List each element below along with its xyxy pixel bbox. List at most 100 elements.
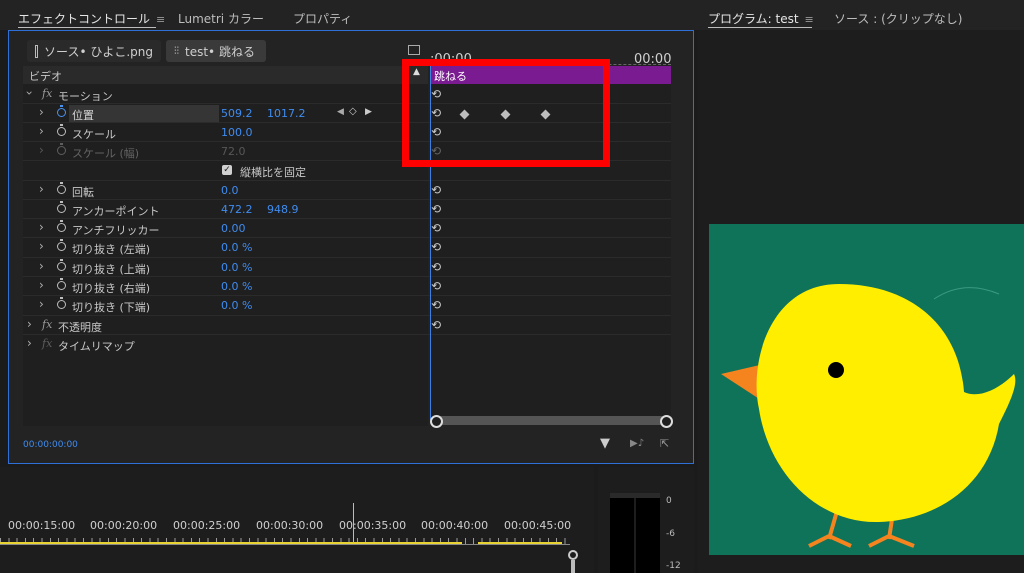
anchor-x-value[interactable]: 472.2 xyxy=(221,203,253,216)
row-divider xyxy=(23,276,671,277)
expand-chevron-icon: › xyxy=(39,143,44,157)
expand-chevron-icon[interactable]: › xyxy=(39,259,44,273)
stopwatch-icon[interactable] xyxy=(57,124,66,136)
row-divider xyxy=(23,180,671,181)
crop-right-value[interactable]: 0.0 % xyxy=(221,280,252,293)
crop-right-label: 切り抜き (右端) xyxy=(72,282,151,295)
ruler-timecode: 00:00:35:00 xyxy=(339,519,407,532)
vertical-zoom-handle[interactable] xyxy=(568,550,578,560)
stopwatch-icon xyxy=(57,143,66,155)
show-timeline-toggle-icon[interactable] xyxy=(408,45,420,55)
ruler-timecode: 00:00:30:00 xyxy=(256,519,324,532)
motion-label: モーション xyxy=(58,90,113,103)
timeline-zoom-scrollbar[interactable] xyxy=(434,416,666,425)
reset-icon[interactable]: ⟲ xyxy=(431,202,441,216)
stopwatch-icon[interactable] xyxy=(57,239,66,251)
audio-meter-right xyxy=(636,493,660,573)
expand-chevron-icon[interactable]: › xyxy=(39,220,44,234)
uniform-scale-row: ✓ 縦横比を固定 xyxy=(23,161,428,180)
scale-width-value: 72.0 xyxy=(221,145,246,158)
expand-chevron-icon[interactable]: › xyxy=(39,297,44,311)
row-divider xyxy=(23,218,671,219)
stopwatch-icon[interactable] xyxy=(57,278,66,290)
reset-icon[interactable]: ⟲ xyxy=(431,279,441,293)
tab-program-monitor: プログラム: test ≡ xyxy=(708,12,814,26)
expand-chevron-icon[interactable]: › xyxy=(39,105,44,119)
opacity-effect-row[interactable]: › fx 不透明度 ⟲ xyxy=(23,316,441,335)
row-divider xyxy=(23,315,671,316)
vertical-scrollbar[interactable] xyxy=(571,560,575,573)
meter-scale-label: -6 xyxy=(666,529,675,539)
stopwatch-icon[interactable] xyxy=(57,182,66,194)
prev-keyframe-icon[interactable]: ◀ xyxy=(337,107,344,117)
ruler-timecode: 00:00:20:00 xyxy=(90,519,158,532)
crop-top-value[interactable]: 0.0 % xyxy=(221,261,252,274)
crop-left-value[interactable]: 0.0 % xyxy=(221,241,252,254)
next-keyframe-icon[interactable]: ▶ xyxy=(365,107,372,117)
expand-chevron-icon[interactable]: › xyxy=(39,278,44,292)
motion-effect-row[interactable]: › fx モーション ⟲ xyxy=(22,85,441,104)
image-clip-icon xyxy=(35,44,39,58)
rotation-value[interactable]: 0.0 xyxy=(221,184,239,197)
expand-chevron-icon[interactable]: › xyxy=(22,91,36,96)
anchor-y-value[interactable]: 948.9 xyxy=(267,203,299,216)
stopwatch-icon[interactable] xyxy=(57,220,66,232)
sequence-clip-selector[interactable]: ⫶⫶ test• 跳ねる xyxy=(166,40,266,62)
crop-bottom-label: 切り抜き (下端) xyxy=(72,301,151,314)
reset-icon[interactable]: ⟲ xyxy=(431,240,441,254)
source-clip-selector[interactable]: ソース• ひよこ.png xyxy=(27,40,161,62)
tab-effect-controls[interactable]: エフェクトコントロール ≡ xyxy=(18,10,165,27)
scrollbar-left-handle[interactable] xyxy=(430,415,443,428)
filter-icon[interactable]: ▼ xyxy=(600,436,610,451)
fx-icon[interactable]: fx xyxy=(42,87,52,100)
scrollbar-right-handle[interactable] xyxy=(660,415,673,428)
antiflicker-value[interactable]: 0.00 xyxy=(221,222,246,235)
stopwatch-icon[interactable] xyxy=(57,201,66,213)
video-section-header: ビデオ ▲ xyxy=(23,66,428,84)
row-divider xyxy=(23,199,671,200)
tab-properties[interactable]: プロパティ xyxy=(293,10,352,27)
expand-chevron-icon[interactable]: › xyxy=(27,317,32,331)
crop-bottom-value[interactable]: 0.0 % xyxy=(221,299,252,312)
uniform-scale-checkbox[interactable]: ✓ xyxy=(222,165,232,175)
tab-source-monitor[interactable]: ソース : (クリップなし) xyxy=(834,10,962,27)
reset-icon[interactable]: ⟲ xyxy=(431,260,441,274)
stopwatch-icon[interactable] xyxy=(57,297,66,309)
reset-icon[interactable]: ⟲ xyxy=(431,298,441,312)
tab-lumetri-color[interactable]: Lumetri カラー xyxy=(178,10,264,27)
ruler-timecode: 00:00:40:00 xyxy=(421,519,489,532)
stopwatch-icon[interactable] xyxy=(57,259,66,271)
current-time-display[interactable]: 00:00:00:00 xyxy=(23,440,78,450)
reset-icon[interactable]: ⟲ xyxy=(431,221,441,235)
scale-value[interactable]: 100.0 xyxy=(221,126,253,139)
play-audio-icon[interactable]: ▶♪ xyxy=(630,438,644,449)
expand-chevron-icon[interactable]: › xyxy=(39,124,44,138)
program-video-frame[interactable] xyxy=(709,224,1024,555)
time-remap-effect-row[interactable]: › fx タイムリマップ xyxy=(23,335,428,354)
expand-chevron-icon[interactable]: › xyxy=(39,239,44,253)
expand-chevron-icon[interactable]: › xyxy=(27,336,32,350)
sequence-icon: ⫶⫶ xyxy=(174,45,179,57)
expand-chevron-icon[interactable]: › xyxy=(39,182,44,196)
add-keyframe-icon[interactable]: ◇ xyxy=(349,106,357,117)
reset-icon[interactable]: ⟲ xyxy=(431,318,441,332)
position-x-value[interactable]: 509.2 xyxy=(221,107,253,120)
anchor-point-label: アンカーポイント xyxy=(72,205,160,218)
panel-menu-icon[interactable]: ≡ xyxy=(156,13,165,26)
audio-meter-left xyxy=(610,493,634,573)
meter-peak-area xyxy=(610,493,660,498)
position-row: › 位置 509.2 1017.2 ◀ ◇ ▶ ⟲ xyxy=(23,104,441,123)
source-clip-label: ソース• ひよこ.png xyxy=(44,44,153,59)
reset-icon[interactable]: ⟲ xyxy=(431,183,441,197)
export-icon[interactable]: ⇱ xyxy=(660,437,669,450)
antiflicker-label: アンチフリッカー xyxy=(72,224,160,237)
work-area-bar[interactable] xyxy=(0,542,462,544)
uniform-scale-label: 縦横比を固定 xyxy=(240,166,306,179)
work-area-bar[interactable] xyxy=(478,542,562,544)
fx-icon[interactable]: fx xyxy=(42,318,52,331)
crop-left-label: 切り抜き (左端) xyxy=(72,243,151,256)
position-y-value[interactable]: 1017.2 xyxy=(267,107,306,120)
program-menu-icon[interactable]: ≡ xyxy=(805,13,814,26)
stopwatch-icon[interactable] xyxy=(57,105,66,117)
row-divider xyxy=(23,257,671,258)
